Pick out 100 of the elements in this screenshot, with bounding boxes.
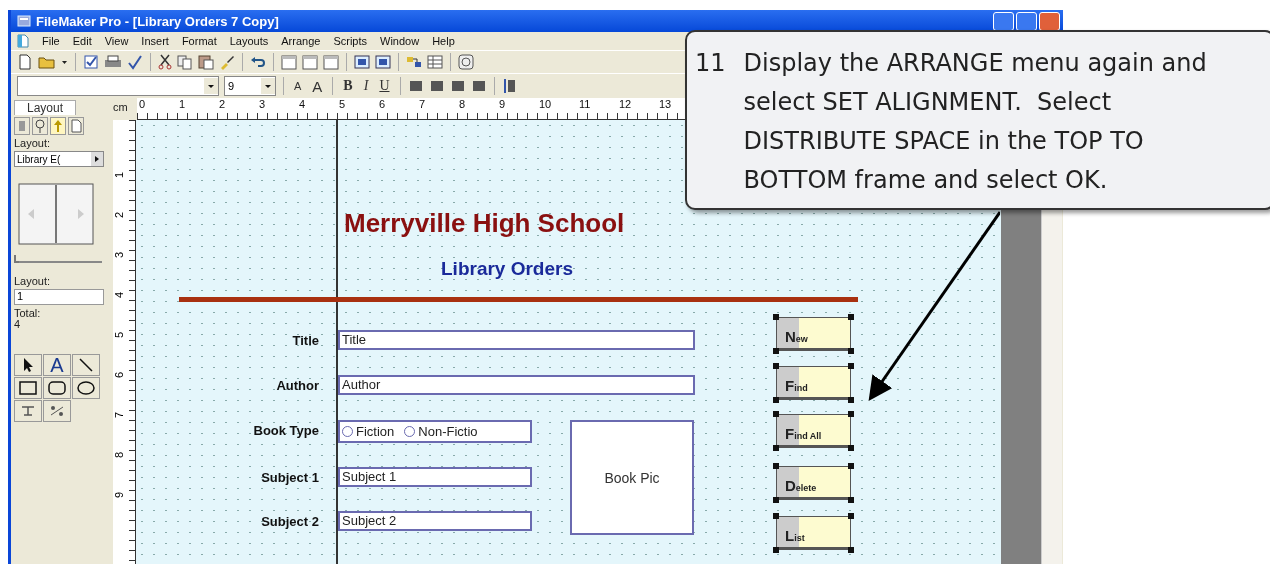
selection-handle[interactable]	[773, 397, 779, 403]
undo-icon[interactable]	[250, 54, 266, 70]
layout-tab[interactable]: Layout	[14, 100, 76, 115]
selection-handle[interactable]	[773, 348, 779, 354]
selection-handle[interactable]	[848, 547, 854, 553]
window-icon[interactable]	[323, 54, 339, 70]
network-icon[interactable]	[406, 54, 422, 70]
menu-item[interactable]: Help	[432, 35, 455, 47]
layout-button[interactable]: Find All	[776, 414, 851, 448]
selection-handle[interactable]	[773, 463, 779, 469]
pin-icon[interactable]	[32, 117, 48, 135]
menu-item[interactable]: Scripts	[333, 35, 367, 47]
copy-icon[interactable]	[177, 54, 193, 70]
help-icon[interactable]	[458, 54, 474, 70]
font-size-button[interactable]: A	[291, 80, 305, 92]
selection-handle[interactable]	[848, 445, 854, 451]
field-label[interactable]: Author	[276, 378, 319, 393]
menu-item[interactable]: Layouts	[229, 35, 269, 47]
text-style-button[interactable]: U	[376, 78, 393, 94]
selection-handle[interactable]	[773, 363, 779, 369]
menu-item[interactable]: Arrange	[281, 35, 321, 47]
line-tool[interactable]	[72, 354, 100, 376]
printer-icon[interactable]	[104, 54, 122, 70]
field-label[interactable]: Subject 2	[261, 514, 319, 529]
selection-handle[interactable]	[848, 397, 854, 403]
layout-dropdown[interactable]: Library E(	[14, 151, 104, 167]
checkbox-icon[interactable]	[83, 54, 99, 70]
folder-icon[interactable]	[38, 54, 56, 70]
layout-field[interactable]: Subject 2	[338, 511, 532, 531]
monitor-icon[interactable]	[375, 54, 391, 70]
menu-item[interactable]: File	[42, 35, 60, 47]
radio-button[interactable]	[404, 426, 416, 437]
field-tool[interactable]	[14, 400, 42, 422]
selection-handle[interactable]	[773, 314, 779, 320]
selection-handle[interactable]	[848, 513, 854, 519]
oval-tool[interactable]	[72, 377, 100, 399]
text-style-button[interactable]: B	[340, 78, 356, 94]
selection-handle[interactable]	[848, 411, 854, 417]
menu-item[interactable]: Insert	[141, 35, 169, 47]
selection-handle[interactable]	[848, 314, 854, 320]
container-field[interactable]: Book Pic	[570, 420, 694, 535]
layout-field[interactable]: Title	[338, 330, 695, 350]
align-icon[interactable]	[428, 79, 445, 93]
flipbook-icon[interactable]	[18, 183, 94, 245]
line-spacing-icon[interactable]	[501, 78, 516, 94]
slider-thumb[interactable]	[14, 255, 19, 263]
layout-subheading[interactable]: Library Orders	[441, 258, 573, 280]
selection-handle[interactable]	[848, 463, 854, 469]
menu-item[interactable]: Format	[181, 35, 217, 47]
clipboard-icon[interactable]	[198, 54, 214, 70]
layout-number-field[interactable]: 1	[14, 289, 104, 305]
field-label[interactable]: Subject 1	[261, 470, 319, 485]
layout-button[interactable]: Delete	[776, 466, 851, 500]
selection-handle[interactable]	[773, 513, 779, 519]
page-icon[interactable]	[68, 117, 84, 135]
record-slider[interactable]	[14, 253, 102, 263]
font-dropdown[interactable]	[17, 76, 219, 96]
selection-handle[interactable]	[773, 547, 779, 553]
layout-button[interactable]: Find	[776, 366, 851, 400]
selection-handle[interactable]	[773, 445, 779, 451]
rounded-rectangle-tool[interactable]	[43, 377, 71, 399]
field-label[interactable]: Book Type	[253, 423, 319, 438]
layout-button[interactable]: New	[776, 317, 851, 351]
text-tool[interactable]: A	[43, 354, 71, 376]
selection-handle[interactable]	[773, 497, 779, 503]
minimize-button[interactable]	[993, 11, 1014, 31]
menu-item[interactable]: Window	[380, 35, 420, 47]
text-style-button[interactable]: I	[360, 78, 372, 94]
layout-heading[interactable]: Merryville High School	[344, 208, 625, 239]
field-label[interactable]: Title	[292, 333, 319, 348]
maximize-button[interactable]	[1016, 11, 1037, 31]
brush-icon[interactable]	[219, 54, 235, 70]
radio-field[interactable]: Fiction Non-Fictio	[338, 420, 532, 443]
layout-field[interactable]: Author	[338, 375, 695, 395]
rectangle-tool[interactable]	[14, 377, 42, 399]
align-icon[interactable]	[470, 79, 487, 93]
spellcheck-icon[interactable]	[127, 54, 143, 70]
close-button[interactable]	[1039, 11, 1060, 31]
layout-field[interactable]: Subject 1	[338, 467, 532, 487]
selection-handle[interactable]	[773, 411, 779, 417]
ruler-number: 7	[419, 98, 427, 112]
selection-handle[interactable]	[848, 348, 854, 354]
font-size-dropdown[interactable]: 9	[224, 76, 276, 96]
align-icon[interactable]	[449, 79, 466, 93]
radio-button[interactable]	[342, 426, 353, 437]
align-icon[interactable]	[407, 79, 424, 93]
selection-handle[interactable]	[848, 363, 854, 369]
selection-handle[interactable]	[848, 497, 854, 503]
new-document-icon[interactable]	[17, 54, 33, 70]
pointer-tool[interactable]	[14, 354, 42, 376]
menu-item[interactable]: View	[104, 35, 129, 47]
layout-button[interactable]: List	[776, 516, 851, 550]
table-icon[interactable]	[427, 54, 443, 70]
scissors-icon[interactable]	[158, 54, 172, 70]
font-size-button[interactable]: A	[309, 77, 326, 95]
window-icon[interactable]	[302, 54, 318, 70]
part-tool[interactable]	[43, 400, 71, 422]
window-icon[interactable]	[281, 54, 297, 70]
menu-item[interactable]: Edit	[72, 35, 92, 47]
monitor-icon[interactable]	[354, 54, 370, 70]
